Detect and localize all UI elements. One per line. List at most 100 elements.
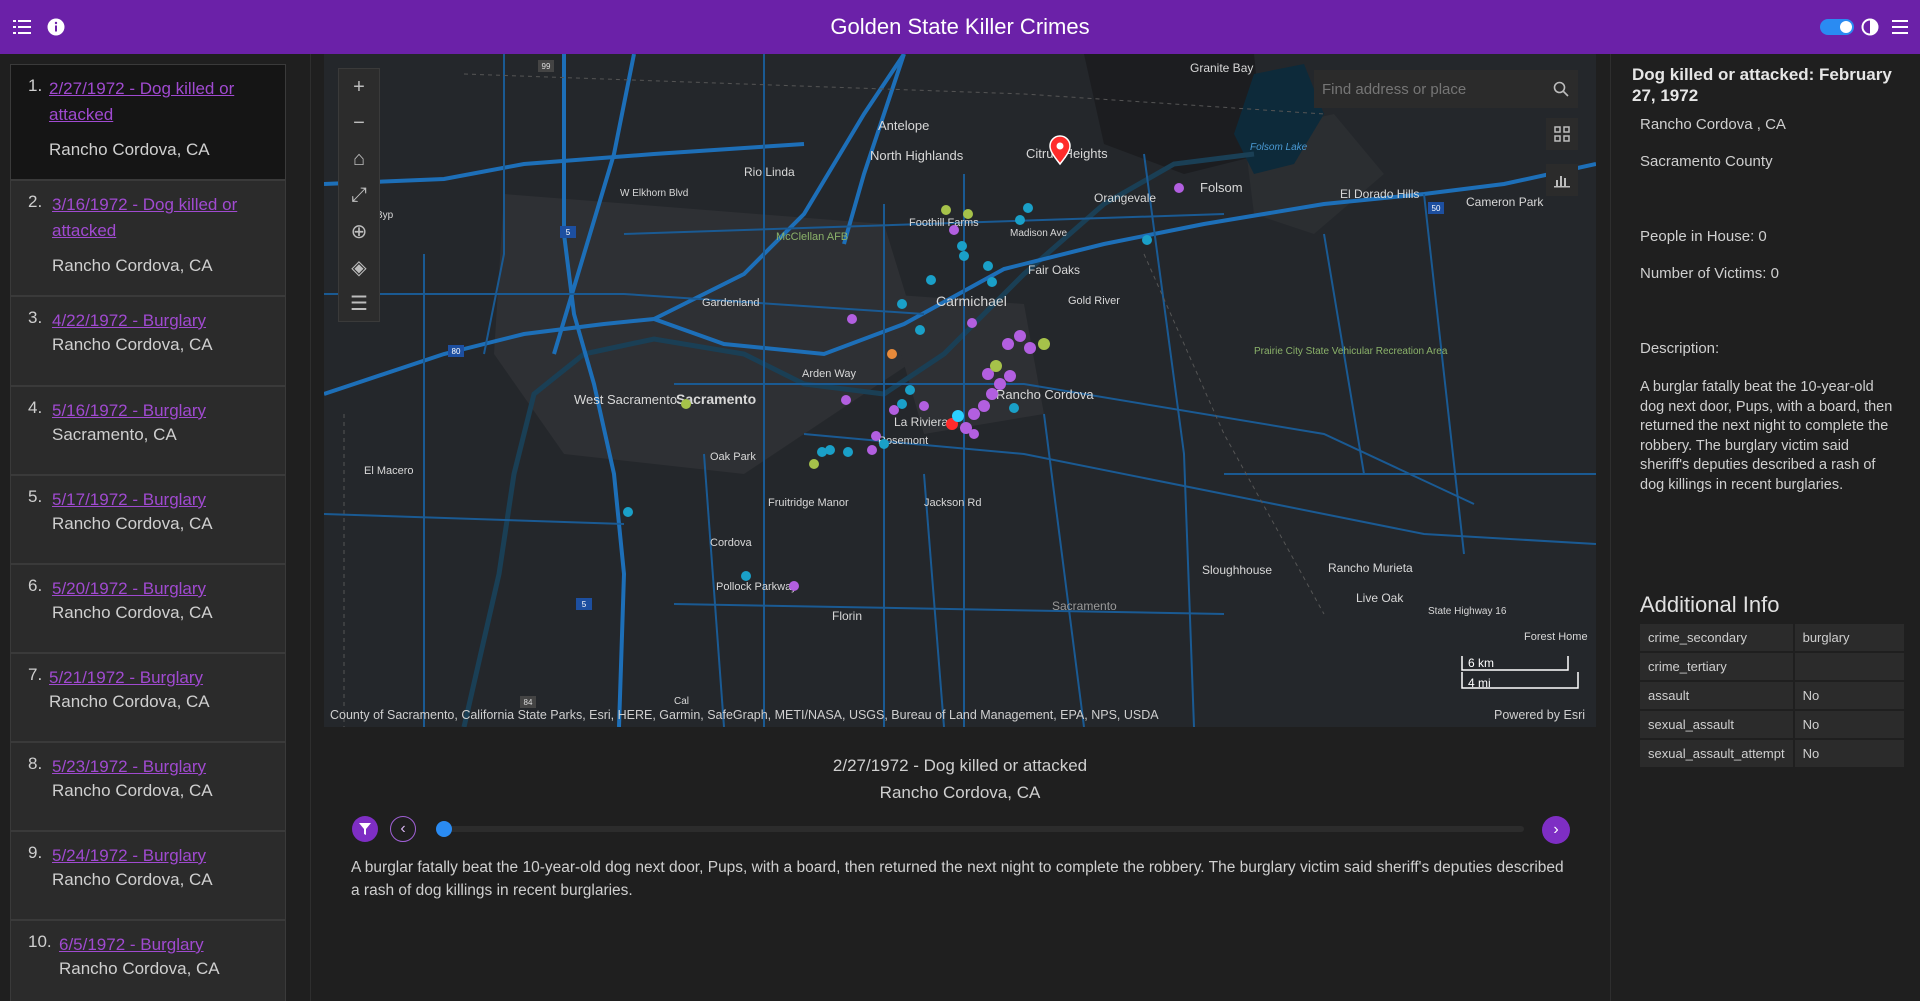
list-item[interactable]: 7. 5/21/1972 - Burglary Rancho Cordova, … <box>10 653 286 742</box>
place-label: Rancho Murieta <box>1328 561 1413 575</box>
item-number: 10. <box>28 932 52 951</box>
theme-toggle[interactable] <box>1820 19 1854 35</box>
detail-city: Rancho Cordova , CA <box>1640 116 1786 133</box>
list-item[interactable]: 2. 3/16/1972 - Dog killed or attacked Ra… <box>10 180 286 296</box>
shield-label: 80 <box>452 347 461 356</box>
info-value <box>1794 653 1904 680</box>
table-row: sexual_assault_attempt No <box>1640 740 1904 767</box>
home-icon[interactable]: ⌂ <box>339 141 379 177</box>
expand-icon[interactable]: ⤢ <box>339 177 379 213</box>
scale-mi: 4 mi <box>1468 676 1491 690</box>
place-label: El Dorado Hills <box>1340 187 1419 201</box>
place-label: Live Oak <box>1356 591 1404 605</box>
locate-icon[interactable]: ⊕ <box>339 213 379 249</box>
layers-icon[interactable]: ◈ <box>339 249 379 285</box>
zoom-out-button[interactable]: − <box>339 105 379 141</box>
scale-bar: 6 km 4 mi <box>1460 654 1580 694</box>
item-location: Rancho Cordova, CA <box>49 140 210 159</box>
event-title: 2/27/1972 - Dog killed or attacked <box>832 756 1088 775</box>
item-number: 4. <box>28 398 43 417</box>
item-link[interactable]: 5/16/1972 - Burglary <box>52 398 274 424</box>
info-key: sexual_assault <box>1640 711 1795 738</box>
place-label: W Elkhorn Blvd <box>620 188 688 199</box>
map-controls: + − ⌂ ⤢ ⊕ ◈ ☰ <box>338 68 380 322</box>
item-link[interactable]: 3/16/1972 - Dog killed or attacked <box>52 192 274 244</box>
list-item[interactable]: 4. 5/16/1972 - Burglary Sacramento, CA <box>10 386 286 475</box>
info-value: burglary <box>1794 624 1904 651</box>
place-label: Granite Bay <box>1190 61 1253 75</box>
place-label: McClellan AFB <box>776 231 848 243</box>
next-button[interactable]: › <box>1542 816 1570 844</box>
info-value: No <box>1794 711 1904 738</box>
legend-icon[interactable]: ☰ <box>339 285 379 321</box>
place-label: Jackson Rd <box>924 497 981 509</box>
zoom-in-button[interactable]: + <box>339 69 379 105</box>
timeline-slider-thumb[interactable] <box>436 821 452 837</box>
map-view[interactable]: 99 5 80 50 5 84 Granite Bay Antelope Cit… <box>324 54 1596 727</box>
menu-icon[interactable] <box>1890 0 1910 54</box>
place-label: Florin <box>832 609 862 623</box>
item-location: Rancho Cordova, CA <box>49 692 210 711</box>
list-icon[interactable] <box>12 0 32 54</box>
table-row: sexual_assault No <box>1640 711 1904 738</box>
item-link[interactable]: 4/22/1972 - Burglary <box>52 308 274 334</box>
item-link[interactable]: 2/27/1972 - Dog killed or attacked <box>49 76 271 128</box>
item-number: 1. <box>28 76 43 95</box>
place-label: Pollock Parkway <box>716 581 797 593</box>
item-link[interactable]: 5/24/1972 - Burglary <box>52 843 274 869</box>
list-item[interactable]: 8. 5/23/1972 - Burglary Rancho Cordova, … <box>10 742 286 831</box>
item-number: 7. <box>28 665 43 684</box>
app-title: Golden State Killer Crimes <box>830 14 1090 39</box>
detail-panel <box>1610 54 1920 1001</box>
list-item[interactable]: 9. 5/24/1972 - Burglary Rancho Cordova, … <box>10 831 286 920</box>
contrast-icon[interactable] <box>1860 0 1880 54</box>
info-icon[interactable] <box>46 0 66 54</box>
place-label: Orangevale <box>1094 191 1156 205</box>
item-link[interactable]: 5/17/1972 - Burglary <box>52 487 274 513</box>
list-item[interactable]: 3. 4/22/1972 - Burglary Rancho Cordova, … <box>10 296 286 386</box>
list-item[interactable]: 6. 5/20/1972 - Burglary Rancho Cordova, … <box>10 564 286 653</box>
info-key: crime_secondary <box>1640 624 1795 651</box>
additional-info-heading: Additional Info <box>1640 592 1780 617</box>
list-item[interactable]: 5. 5/17/1972 - Burglary Rancho Cordova, … <box>10 475 286 564</box>
place-label: State Highway 16 <box>1428 606 1507 617</box>
place-label: Cal <box>674 696 689 707</box>
item-link[interactable]: 6/5/1972 - Burglary <box>59 932 281 958</box>
search-input[interactable] <box>1314 70 1544 108</box>
item-number: 9. <box>28 843 43 862</box>
place-label: Gardenland <box>702 297 760 309</box>
item-number: 8. <box>28 754 43 773</box>
search-icon[interactable] <box>1544 70 1578 108</box>
place-label: Sacramento <box>1052 599 1117 613</box>
list-item[interactable]: 1. 2/27/1972 - Dog killed or attacked Ra… <box>10 64 286 180</box>
basemap-svg: 99 5 80 50 5 84 Granite Bay Antelope Cit… <box>324 54 1596 727</box>
place-label: Sloughhouse <box>1202 563 1272 577</box>
shield-label: 84 <box>524 698 533 707</box>
item-location: Rancho Cordova, CA <box>52 781 213 800</box>
detail-description: A burglar fatally beat the 10-year-old d… <box>1640 379 1893 493</box>
place-label: Oak Park <box>710 451 756 463</box>
place-label: Forest Home <box>1524 631 1588 643</box>
place-label: Fair Oaks <box>1028 263 1080 277</box>
qr-icon[interactable] <box>1546 118 1578 150</box>
place-label: Cordova <box>710 537 752 549</box>
detail-desc-label: Description: <box>1640 340 1720 357</box>
timeline-slider-track[interactable] <box>438 826 1524 832</box>
item-link[interactable]: 5/23/1972 - Burglary <box>52 754 274 780</box>
detail-title: Dog killed or attacked: February 27, 197… <box>1632 65 1892 105</box>
item-number: 5. <box>28 487 43 506</box>
scale-km: 6 km <box>1468 656 1495 670</box>
place-label: Madison Ave <box>1010 228 1068 239</box>
table-row: crime_secondary burglary <box>1640 624 1904 651</box>
place-label: West Sacramento <box>574 392 677 407</box>
previous-button[interactable]: ‹ <box>390 816 416 842</box>
filter-icon[interactable] <box>352 816 378 842</box>
place-label: North Highlands <box>870 148 964 163</box>
powered-by-esri[interactable]: Powered by Esri <box>1494 708 1585 722</box>
detail-victims: Number of Victims: 0 <box>1640 265 1779 282</box>
shield-label: 5 <box>582 600 587 609</box>
item-link[interactable]: 5/21/1972 - Burglary <box>49 665 271 691</box>
item-link[interactable]: 5/20/1972 - Burglary <box>52 576 274 602</box>
list-item[interactable]: 10. 6/5/1972 - Burglary Rancho Cordova, … <box>10 920 286 1001</box>
chart-icon[interactable] <box>1546 164 1578 196</box>
